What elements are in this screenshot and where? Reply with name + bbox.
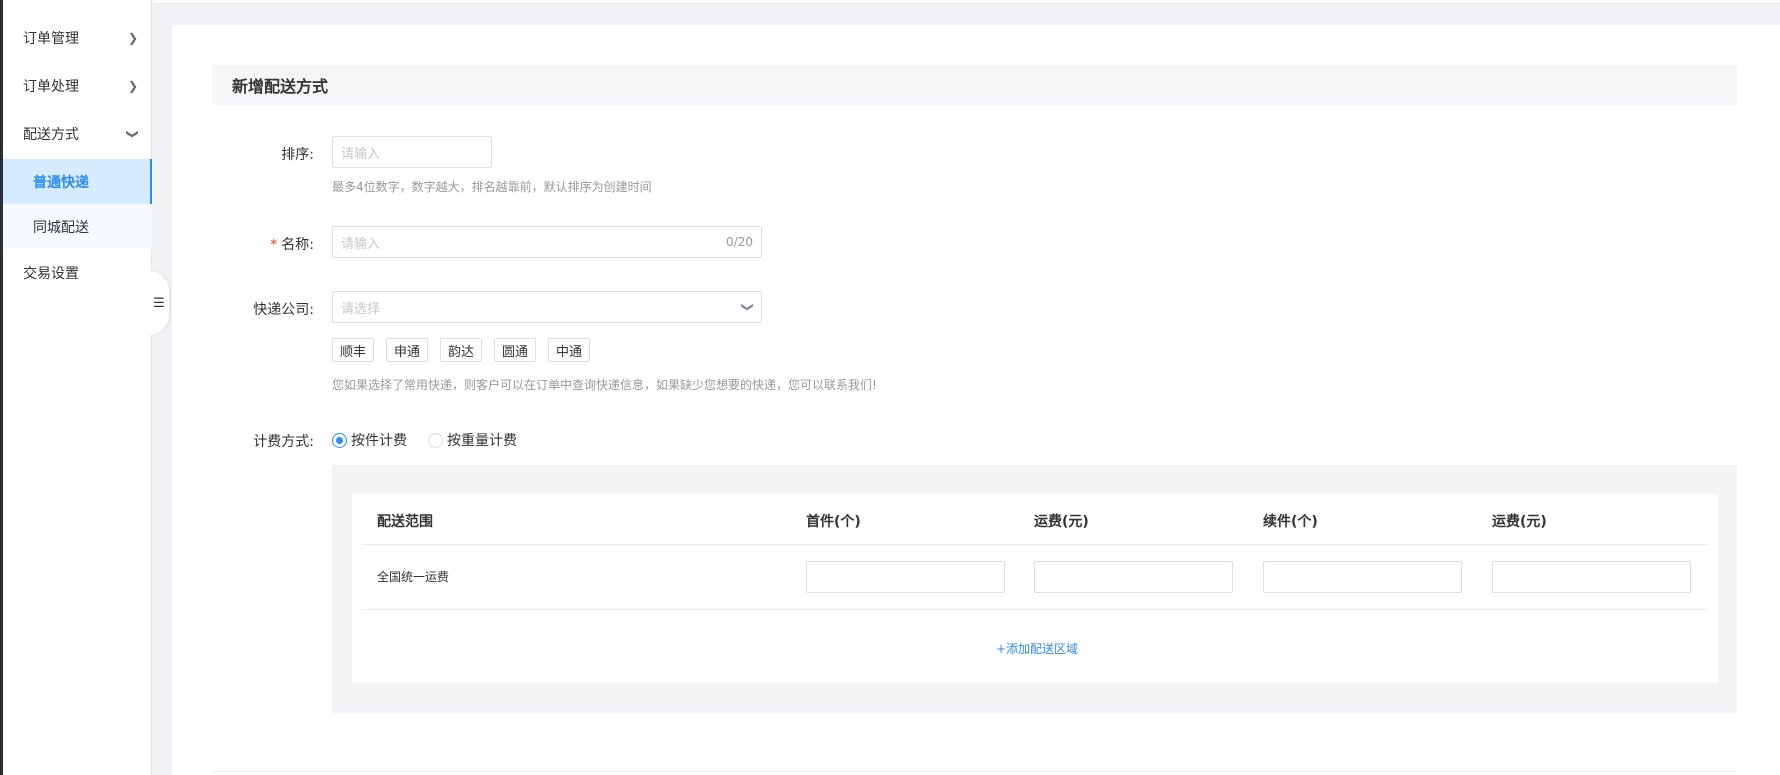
sidebar-item-label: 订单处理 [23,79,79,95]
extra-fee-input[interactable] [1492,561,1691,593]
courier-tag-yuantong[interactable]: 圆通 [494,338,537,362]
sort-placeholder: 请输入 [341,146,381,162]
courier-label: 快递公司: [253,302,314,318]
sidebar-item-label: 订单管理 [23,31,79,47]
sidebar-item-trade-settings[interactable]: 交易设置 [3,249,152,297]
chevron-right-icon: ❯ [127,31,138,45]
table-header-divider [362,544,1707,545]
sidebar-subitem-label: 同城配送 [33,219,89,236]
name-label: * 名称: [214,234,314,254]
bottom-divider [212,771,1737,772]
extra-qty-input[interactable] [1263,561,1462,593]
sidebar-subitem-label: 普通快递 [33,174,89,191]
courier-hint: 您如果选择了常用快递，则客户可以在订单中查询快递信息，如果缺少您想要的快递，您可… [332,378,877,392]
table-header-first-qty: 首件(个) [806,514,861,530]
sidebar-item-delivery-methods[interactable]: 配送方式 ❯ [3,110,152,158]
menu-collapse-icon: ☰ [153,295,165,311]
billing-radio-per-piece[interactable]: 按件计费 [332,430,407,450]
billing-radio-by-weight[interactable]: 按重量计费 [428,430,517,450]
section-title: 新增配送方式 [212,65,1737,105]
billing-option-label: 按重量计费 [447,433,517,449]
billing-option-label: 按件计费 [351,433,407,449]
billing-label: 计费方式: [253,434,314,450]
table-header-region: 配送范围 [377,514,433,530]
sidebar-collapse-button[interactable]: ☰ [145,271,169,335]
sidebar-item-order-management[interactable]: 订单管理 ❯ [3,14,152,62]
sidebar-item-label: 配送方式 [23,127,79,143]
sidebar-subitem-normal-express[interactable]: 普通快递 [3,159,152,204]
add-delivery-region-link[interactable]: +添加配送区域 [996,640,1078,657]
name-label-text: 名称: [281,237,314,253]
sort-input[interactable]: 请输入 [332,136,492,168]
sort-hint: 最多4位数字，数字越大，排名越靠前，默认排序为创建时间 [332,180,652,194]
courier-tag-yunda[interactable]: 韵达 [440,338,483,362]
top-strip [153,0,1780,4]
table-row-divider [362,609,1707,610]
table-cell-region: 全国统一运费 [377,570,450,584]
chevron-down-icon: ❯ [125,128,140,140]
sidebar-subitem-same-city[interactable]: 同城配送 [3,204,152,249]
chevron-down-icon: ❯ [740,301,755,313]
name-placeholder: 请输入 [341,236,381,252]
sidebar: 订单管理 ❯ 订单处理 ❯ 配送方式 ❯ 普通快递 同城配送 交易设置 [3,0,152,775]
table-header-extra-fee: 运费(元) [1492,514,1547,530]
chevron-right-icon: ❯ [127,79,138,93]
name-char-counter: 0/20 [726,235,753,249]
table-header-extra-qty: 续件(个) [1263,514,1318,530]
name-input[interactable]: 请输入 0/20 [332,226,762,258]
sidebar-item-label: 交易设置 [23,266,79,282]
first-qty-input[interactable] [806,561,1005,593]
table-header-first-fee: 运费(元) [1034,514,1089,530]
sidebar-item-order-processing[interactable]: 订单处理 ❯ [3,62,152,110]
first-fee-input[interactable] [1034,561,1233,593]
courier-tag-shunfeng[interactable]: 顺丰 [332,338,375,362]
courier-tag-shentong[interactable]: 申通 [386,338,429,362]
radio-unchecked-icon [428,432,443,448]
radio-checked-icon [332,432,347,448]
required-mark: * [270,237,278,253]
courier-tag-zhongtong[interactable]: 中通 [548,338,591,362]
courier-select[interactable]: 请选择 ❯ [332,291,762,323]
sort-label: 排序: [281,147,314,163]
courier-placeholder: 请选择 [341,301,381,317]
